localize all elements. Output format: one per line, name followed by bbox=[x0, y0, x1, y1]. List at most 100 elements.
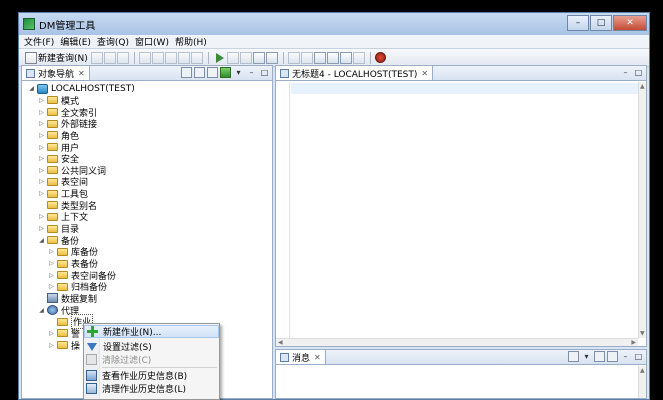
tree-node[interactable]: ▷ 上下文 bbox=[38, 211, 88, 223]
commit-icon[interactable] bbox=[352, 51, 365, 64]
view-job-history-menu-item[interactable]: 查看作业历史信息(B) bbox=[84, 369, 219, 382]
collapsed-arrow-icon[interactable]: ▷ bbox=[38, 213, 45, 220]
collapsed-arrow-icon[interactable]: ▷ bbox=[38, 178, 45, 185]
set-filter-menu-item[interactable]: 设置过滤(S) bbox=[84, 340, 219, 353]
tree-node[interactable]: ▷ 表空间 bbox=[38, 176, 88, 188]
tree-node[interactable]: 数据复制 bbox=[38, 293, 97, 305]
format-icon[interactable] bbox=[265, 51, 278, 64]
tab-sql-editor[interactable]: 无标题4 - LOCALHOST(TEST) ✕ bbox=[276, 66, 434, 80]
collapsed-arrow-icon[interactable]: ▷ bbox=[48, 260, 55, 267]
view-menu-icon[interactable]: ▾ bbox=[233, 67, 244, 78]
tree-node[interactable]: ▷ 表空间备份 bbox=[48, 269, 116, 282]
minimize-view-icon[interactable]: – bbox=[246, 67, 257, 78]
tree-node[interactable]: ▷ 警 bbox=[48, 328, 80, 340]
maximize-view-icon[interactable]: □ bbox=[259, 67, 270, 78]
minimize-view-icon[interactable]: – bbox=[620, 67, 631, 78]
indent-icon[interactable] bbox=[287, 51, 300, 64]
uncomment-icon[interactable] bbox=[326, 51, 339, 64]
maximize-view-icon[interactable]: □ bbox=[633, 67, 644, 78]
collapsed-arrow-icon[interactable]: ▷ bbox=[38, 155, 45, 162]
tree-node[interactable]: ▷ 外部链接 bbox=[38, 118, 97, 130]
collapse-all-icon[interactable] bbox=[220, 67, 231, 78]
cut-icon[interactable] bbox=[164, 51, 177, 64]
new-query-button[interactable]: 新建查询(N) bbox=[23, 51, 90, 65]
paste-icon[interactable] bbox=[190, 51, 203, 64]
menu-file[interactable]: 文件(F) bbox=[21, 35, 57, 48]
outdent-icon[interactable] bbox=[300, 51, 313, 64]
menu-help[interactable]: 帮助(H) bbox=[172, 35, 210, 48]
scroll-lock-icon[interactable] bbox=[607, 351, 618, 362]
collapsed-arrow-icon[interactable]: ▷ bbox=[48, 272, 55, 279]
scroll-right-icon[interactable]: ▶ bbox=[631, 339, 636, 346]
collapsed-arrow-icon[interactable]: ▷ bbox=[48, 342, 55, 349]
collapsed-arrow-icon[interactable]: ▷ bbox=[38, 97, 45, 104]
collapsed-arrow-icon[interactable]: ▷ bbox=[38, 144, 45, 151]
explain-icon[interactable] bbox=[252, 51, 265, 64]
undo-icon[interactable] bbox=[138, 51, 151, 64]
menu-edit[interactable]: 编辑(E) bbox=[57, 35, 94, 48]
expanded-arrow-icon[interactable]: ◢ bbox=[28, 85, 35, 92]
tree-node[interactable]: ◢ LOCALHOST(TEST) bbox=[28, 83, 135, 95]
tree-node[interactable]: ▷ 目录 bbox=[38, 223, 79, 235]
transaction-icon[interactable] bbox=[339, 51, 352, 64]
tree-node[interactable]: ▷ 安全 bbox=[38, 153, 79, 165]
disconnect-icon[interactable] bbox=[194, 67, 205, 78]
save-icon[interactable] bbox=[90, 51, 103, 64]
tree-node[interactable]: ▷ 模式 bbox=[38, 95, 79, 107]
save-all-icon[interactable] bbox=[103, 51, 116, 64]
menu-query[interactable]: 查询(Q) bbox=[94, 35, 132, 48]
copy-icon[interactable] bbox=[177, 51, 190, 64]
comment-icon[interactable] bbox=[313, 51, 326, 64]
collapsed-arrow-icon[interactable]: ▷ bbox=[38, 109, 45, 116]
editor-horizontal-scrollbar[interactable]: ◀ ▶ bbox=[276, 338, 638, 346]
tab-object-navigator[interactable]: 对象导航 ✕ bbox=[22, 66, 90, 80]
execute-icon[interactable] bbox=[215, 52, 224, 63]
collapsed-arrow-icon[interactable]: ▷ bbox=[48, 330, 55, 337]
scroll-down-icon[interactable]: ▼ bbox=[640, 330, 645, 337]
print-icon[interactable] bbox=[116, 51, 129, 64]
scroll-left-icon[interactable]: ◀ bbox=[278, 339, 283, 346]
collapsed-arrow-icon[interactable]: ▷ bbox=[48, 248, 55, 255]
tree-node[interactable]: ▷ 操 bbox=[48, 339, 80, 352]
current-line-highlight[interactable] bbox=[291, 83, 638, 94]
maximize-view-icon[interactable]: □ bbox=[633, 351, 644, 362]
tree-node[interactable]: ▷ 公共同义词 bbox=[38, 165, 106, 177]
clear-messages-icon[interactable] bbox=[594, 351, 605, 362]
expanded-arrow-icon[interactable]: ◢ bbox=[38, 237, 45, 244]
refresh-icon[interactable] bbox=[207, 67, 218, 78]
connect-icon[interactable] bbox=[181, 67, 192, 78]
minimize-view-icon[interactable]: – bbox=[620, 351, 631, 362]
tree-node[interactable]: ▷ 归档备份 bbox=[48, 281, 107, 293]
close-icon[interactable]: ✕ bbox=[421, 69, 428, 78]
collapsed-arrow-icon[interactable]: ▷ bbox=[38, 225, 45, 232]
minimize-button[interactable]: – bbox=[567, 15, 589, 31]
clean-job-history-menu-item[interactable]: 清理作业历史信息(L) bbox=[84, 382, 219, 395]
menu-window[interactable]: 窗口(W) bbox=[132, 35, 172, 48]
redo-icon[interactable] bbox=[151, 51, 164, 64]
collapsed-arrow-icon[interactable]: ▷ bbox=[48, 283, 55, 290]
scroll-up-icon[interactable]: ▲ bbox=[640, 367, 645, 374]
tree-node[interactable]: ▷ 全文索引 bbox=[38, 106, 97, 119]
maximize-button[interactable]: □ bbox=[590, 15, 612, 31]
new-job-menu-item[interactable]: 新建作业(N)... bbox=[84, 325, 219, 338]
tree-node[interactable]: ▷ 用户 bbox=[38, 141, 79, 154]
tree-node[interactable]: ▷ 表备份 bbox=[48, 258, 98, 270]
tree-node[interactable]: ▷ 库备份 bbox=[48, 246, 98, 258]
tree-node[interactable]: ▷ 工具包 bbox=[38, 188, 88, 200]
collapsed-arrow-icon[interactable]: ▷ bbox=[38, 190, 45, 197]
debug-icon[interactable] bbox=[374, 52, 386, 63]
close-icon[interactable]: ✕ bbox=[78, 69, 85, 78]
clear-filter-menu-item[interactable]: 清除过滤(C) bbox=[84, 353, 219, 366]
stop-icon[interactable] bbox=[239, 51, 252, 64]
tree-node[interactable]: 类型别名 bbox=[38, 200, 97, 212]
tab-messages[interactable]: 消息 ✕ bbox=[276, 350, 326, 364]
messages-vertical-scrollbar[interactable]: ▲ bbox=[638, 366, 646, 398]
collapsed-arrow-icon[interactable]: ▷ bbox=[38, 167, 45, 174]
expanded-arrow-icon[interactable]: ◢ bbox=[38, 307, 45, 314]
collapsed-arrow-icon[interactable]: ▷ bbox=[38, 132, 45, 139]
view-menu-icon[interactable]: ▾ bbox=[581, 351, 592, 362]
tree-node[interactable]: ▷ 角色 bbox=[38, 130, 79, 142]
close-button[interactable]: ✕ bbox=[613, 15, 647, 31]
collapsed-arrow-icon[interactable]: ▷ bbox=[38, 120, 45, 127]
close-icon[interactable]: ✕ bbox=[314, 353, 321, 362]
